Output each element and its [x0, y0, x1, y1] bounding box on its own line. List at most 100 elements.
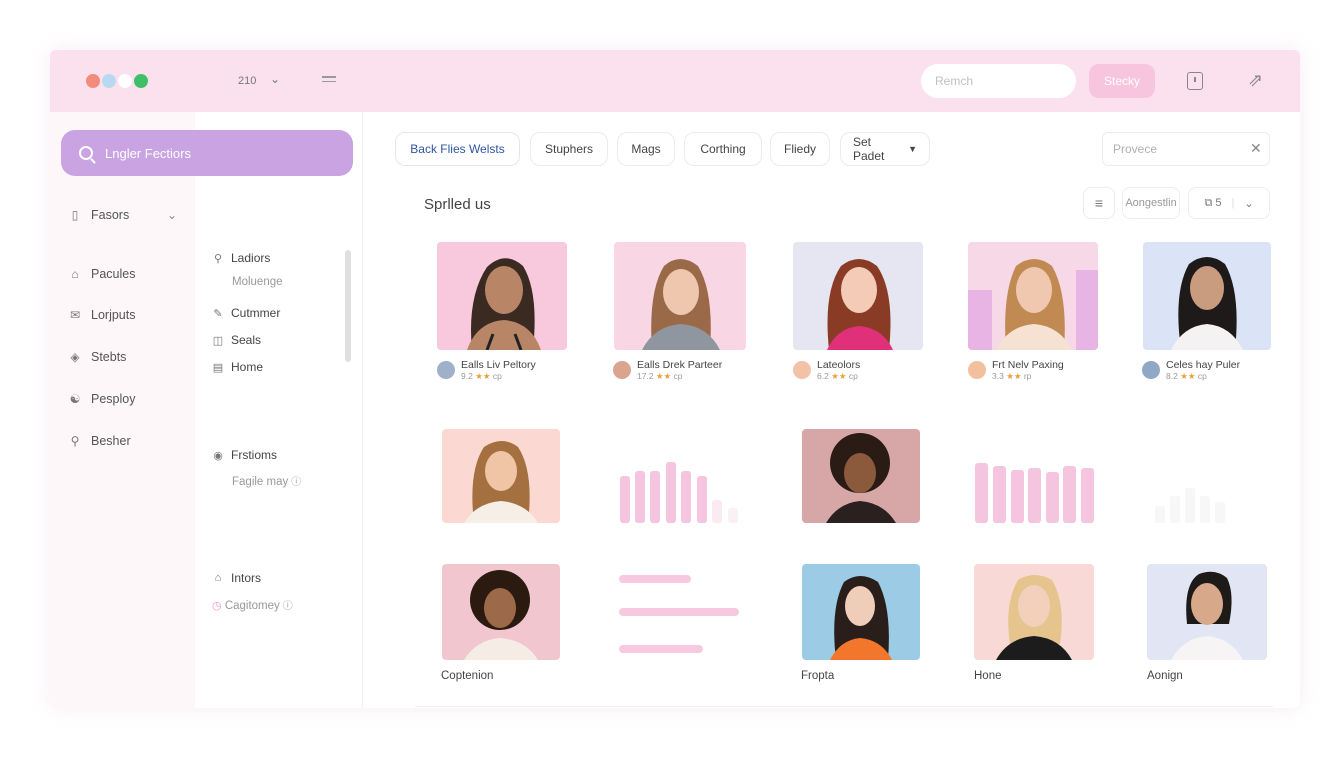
search-input[interactable]: [921, 64, 1076, 98]
placeholder-bar: [728, 508, 738, 523]
sidebar-item-label: Pesploy: [91, 392, 136, 406]
subnav-label: Frstioms: [231, 448, 277, 462]
profile-photo[interactable]: [793, 242, 923, 350]
placeholder-bar: [1063, 466, 1076, 523]
placeholder-bar: [993, 466, 1006, 523]
window-dot[interactable]: [134, 74, 148, 88]
menu-icon[interactable]: [322, 73, 336, 85]
sidebar-item-stebts[interactable]: ◈ Stebts: [68, 350, 126, 364]
document-icon: ▯: [71, 208, 79, 222]
filter-dropdown[interactable]: Set Padet ▼: [840, 132, 930, 166]
layers-icon: ⧉: [1204, 196, 1213, 209]
card-caption[interactable]: Fropta: [801, 670, 834, 682]
profile-photo[interactable]: [974, 564, 1094, 660]
sidebar-item-lorjputs[interactable]: ✉ Lorjputs: [68, 308, 136, 322]
filter-chip[interactable]: Fliedy: [770, 132, 830, 166]
star-icon: ★★: [655, 371, 672, 381]
filter-input[interactable]: [1102, 132, 1270, 166]
subnav-subtitle-text: Cagitomey: [224, 600, 280, 612]
scrollbar[interactable]: [345, 250, 351, 362]
placeholder-bar: [1170, 496, 1180, 523]
sort-button[interactable]: ≡: [1083, 187, 1115, 219]
placeholder-bar: [650, 471, 660, 523]
profile-photo[interactable]: [614, 242, 746, 350]
profile-photo[interactable]: [442, 564, 560, 660]
card-rating: 17.2 ★★ cp: [637, 371, 722, 382]
subnav-label: Seals: [231, 333, 262, 347]
window-dot[interactable]: [102, 74, 116, 88]
placeholder-bar: [681, 471, 691, 523]
calendar-icon[interactable]: [1187, 72, 1203, 90]
filter-chip[interactable]: Back Flies Welsts: [395, 132, 520, 166]
avatar[interactable]: [968, 361, 986, 379]
primary-search-button[interactable]: Lngler Fectiors: [61, 130, 353, 176]
subnav-item-frstioms[interactable]: ◉ Frstioms: [212, 448, 277, 462]
subnav-item-intors[interactable]: ⌂ Intors: [212, 571, 261, 585]
person-icon: ⚲: [70, 434, 80, 448]
sidebar-item-label: Stebts: [91, 350, 127, 364]
divider: |: [1231, 197, 1235, 209]
rating-suffix: cp: [1197, 371, 1207, 381]
sidebar-item-pacules[interactable]: ⌂ Pacules: [68, 267, 135, 281]
subnav-item-cutmmer[interactable]: ✎ Cutmmer: [212, 306, 280, 320]
sort-select[interactable]: Aongestlin: [1122, 187, 1180, 219]
section-title: Sprlled us: [424, 196, 491, 213]
rating-suffix: cp: [492, 371, 502, 381]
card-title[interactable]: Frt Nelv Paxing: [992, 359, 1064, 371]
card-title[interactable]: Ealls Liv Peltory: [461, 359, 536, 371]
cursor-icon[interactable]: ⇗: [1248, 70, 1263, 91]
top-bar: 210 ⌄ Stecky ⇗: [50, 50, 1300, 112]
profile-photo[interactable]: [1143, 242, 1271, 350]
sidebar-item-label: Lorjputs: [91, 308, 136, 322]
avatar[interactable]: [1142, 361, 1160, 379]
subnav-item-ladiors[interactable]: ⚲ Ladiors: [212, 251, 270, 265]
divider: [415, 706, 1273, 707]
profile-photo[interactable]: [802, 429, 920, 523]
card-meta: Ealls Drek Parteer 17.2 ★★ cp: [613, 359, 722, 382]
card-title[interactable]: Ealls Drek Parteer: [637, 359, 722, 371]
avatar[interactable]: [613, 361, 631, 379]
filter-chip[interactable]: Corthing: [684, 132, 762, 166]
window-dot[interactable]: [118, 74, 132, 88]
chevron-down-icon[interactable]: ⌄: [270, 72, 280, 86]
chevron-down-icon[interactable]: ⌄: [167, 208, 177, 222]
rating-value: 9.2: [461, 371, 473, 381]
subnav-subtitle: Fagile may ⓘ: [232, 473, 301, 488]
subnav-item-home[interactable]: ▤ Home: [212, 360, 263, 374]
count-label: 5: [1215, 197, 1222, 209]
search-icon: [79, 146, 93, 160]
close-icon[interactable]: ✕: [1250, 140, 1262, 157]
sort-icon: ≡: [1094, 195, 1104, 211]
card-title[interactable]: Celes hay Puler: [1166, 359, 1240, 371]
sidebar-item-fasors[interactable]: ▯ Fasors: [68, 208, 130, 222]
profile-photo[interactable]: [437, 242, 567, 350]
sidebar-item-besher[interactable]: ⚲ Besher: [68, 434, 131, 448]
info-icon[interactable]: ⓘ: [291, 477, 301, 488]
profile-photo[interactable]: [802, 564, 920, 660]
action-button[interactable]: Stecky: [1089, 64, 1155, 98]
placeholder-bar: [1081, 468, 1094, 523]
database-icon: ◫: [212, 334, 224, 347]
filter-chip[interactable]: Mags: [617, 132, 675, 166]
home-icon: ⌂: [214, 572, 222, 584]
info-icon[interactable]: ⓘ: [283, 601, 293, 612]
subnav-item-seals[interactable]: ◫ Seals: [212, 333, 261, 347]
card-caption[interactable]: Hone: [974, 670, 1002, 682]
placeholder-line: [619, 575, 691, 583]
placeholder-bar: [1028, 468, 1041, 523]
card-title[interactable]: Lateolors: [817, 359, 860, 371]
avatar[interactable]: [793, 361, 811, 379]
card-caption[interactable]: Coptenion: [441, 670, 493, 682]
avatar[interactable]: [437, 361, 455, 379]
profile-photo[interactable]: [1147, 564, 1267, 660]
clock-icon: ◷: [212, 600, 222, 612]
view-select[interactable]: ⧉ 5 | ⌄: [1188, 187, 1270, 219]
sidebar-item-pesploy[interactable]: ☯ Pesploy: [68, 392, 136, 406]
window-dot[interactable]: [86, 74, 100, 88]
profile-photo[interactable]: [442, 429, 560, 523]
primary-button-label: Lngler Fectiors: [105, 145, 191, 161]
rating-value: 8.2: [1166, 371, 1178, 381]
filter-chip[interactable]: Stuphers: [530, 132, 608, 166]
profile-photo[interactable]: [968, 242, 1098, 350]
card-caption[interactable]: Aonign: [1147, 670, 1183, 682]
